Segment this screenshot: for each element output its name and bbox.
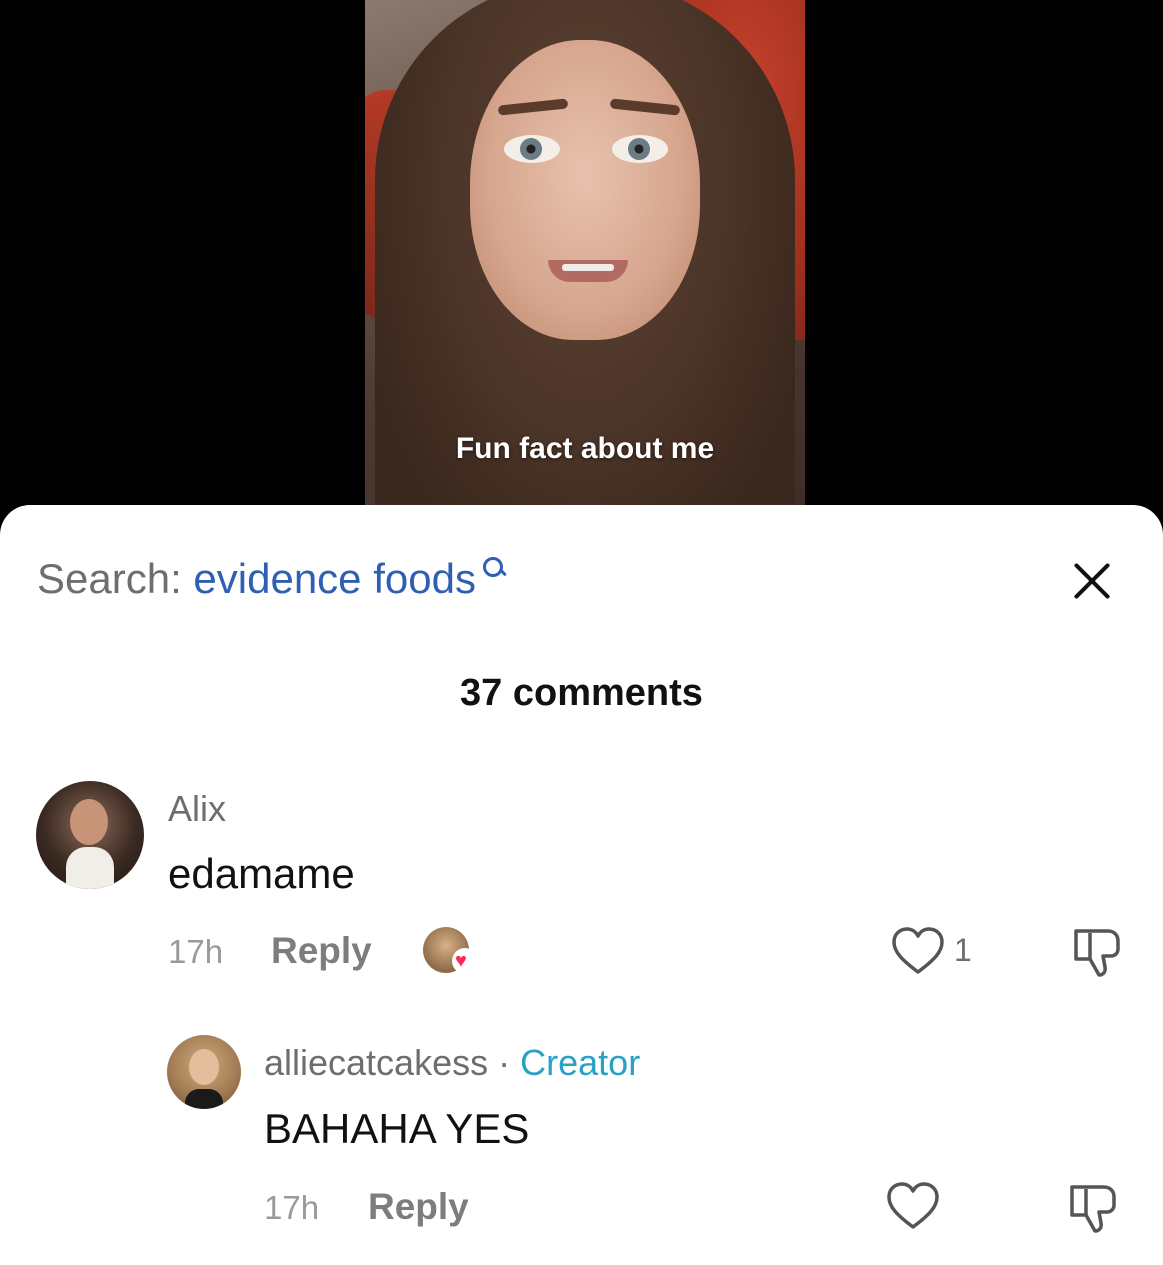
liked-by-creator-heart-icon: ♥ [455,950,467,972]
comments-count: 37 comments [460,672,703,714]
separator: · [498,1042,511,1083]
reply-button[interactable]: Reply [368,1186,469,1228]
comment-time: 17h [264,1189,320,1226]
search-suggestion[interactable]: Search: evidence foods [37,557,508,601]
avatar[interactable] [36,781,144,889]
comment-username[interactable]: Alix [168,788,226,830]
comment-time: 17h [168,933,224,970]
video-frame[interactable]: Fun fact about me [365,0,805,530]
search-icon[interactable] [480,553,508,581]
avatar[interactable] [167,1035,241,1109]
reply-header: alliecatcakess · Creator [264,1042,640,1084]
creator-badge: Creator [520,1042,641,1083]
close-icon[interactable] [1066,555,1118,607]
dislike-icon[interactable] [1068,923,1126,979]
search-term-link[interactable]: evidence foods [193,555,476,602]
search-label: Search: [37,555,182,602]
video-caption: Fun fact about me [455,432,715,465]
comments-sheet: Search: evidence foods 37 comments Alix … [0,505,1163,1265]
heart-icon[interactable] [885,1180,941,1232]
heart-icon[interactable] [890,925,946,977]
comment-text: BAHAHA YES [264,1105,530,1152]
liked-by-creator-badge: ♥ [452,948,478,974]
video-area[interactable]: Fun fact about me [0,0,1163,530]
video-person-face [470,40,700,340]
comment-username[interactable]: alliecatcakess [264,1042,488,1083]
like-count: 1 [954,932,972,968]
reply-button[interactable]: Reply [271,930,372,972]
dislike-icon[interactable] [1064,1179,1122,1235]
comment-text: edamame [168,850,355,897]
